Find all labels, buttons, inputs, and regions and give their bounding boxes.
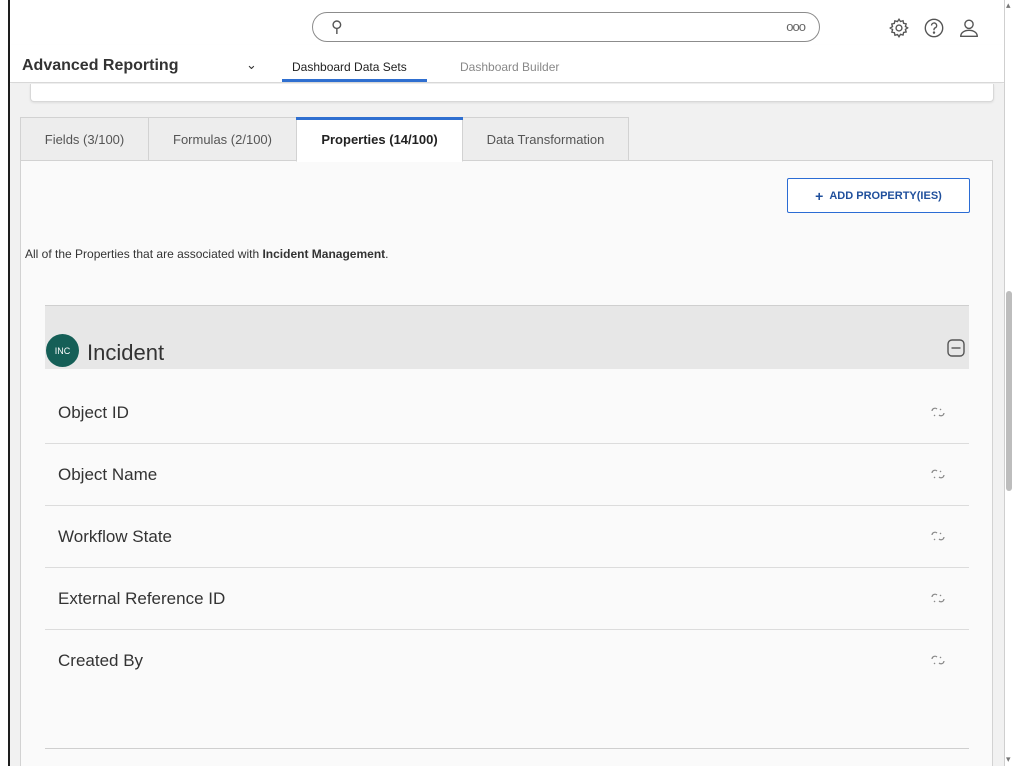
property-row: Workflow State	[45, 506, 969, 568]
property-row: Object Name	[45, 444, 969, 506]
scroll-down-arrow-icon[interactable]: ▾	[1006, 754, 1011, 765]
unlink-icon[interactable]	[929, 651, 947, 669]
property-label: Object ID	[58, 403, 129, 422]
scroll-up-arrow-icon[interactable]: ▴	[1006, 0, 1011, 11]
group-title: Incident	[87, 340, 165, 365]
property-label: External Reference ID	[58, 589, 226, 608]
properties-description: All of the Properties that are associate…	[25, 247, 389, 261]
tab-data-transformation[interactable]: Data Transformation	[462, 117, 629, 161]
object-badge: INC	[46, 334, 79, 367]
top-bar: ⚲ ooo	[10, 0, 1004, 44]
search-input[interactable]: ⚲ ooo	[312, 12, 820, 42]
property-label: Workflow State	[58, 527, 173, 546]
help-icon[interactable]	[923, 17, 945, 39]
active-nav-indicator	[282, 79, 427, 82]
property-label: Created By	[58, 651, 144, 670]
search-more-icon[interactable]: ooo	[786, 19, 806, 34]
unlink-icon[interactable]	[929, 527, 947, 545]
tab-properties[interactable]: Properties (14/100)	[296, 117, 463, 162]
nav-tab-dashboard-builder[interactable]: Dashboard Builder	[460, 60, 559, 74]
add-property-label: ADD PROPERTY(IES)	[829, 189, 942, 202]
section-divider	[45, 748, 969, 749]
gear-icon[interactable]	[888, 17, 910, 39]
description-prefix: All of the Properties that are associate…	[25, 247, 263, 261]
unlink-icon[interactable]	[929, 403, 947, 421]
description-object-name: Incident Management	[262, 247, 386, 261]
tab-fields[interactable]: Fields (3/100)	[20, 117, 149, 161]
scrollbar-thumb[interactable]	[1006, 291, 1012, 491]
add-property-button[interactable]: + ADD PROPERTY(IES)	[787, 178, 970, 213]
plus-icon: +	[815, 187, 824, 204]
property-row: Created By	[45, 630, 969, 692]
property-label: Object Name	[58, 465, 158, 484]
app-title[interactable]: Advanced Reporting	[22, 57, 178, 75]
nav-bar: Advanced Reporting ⌄ Dashboard Data Sets…	[10, 45, 1004, 83]
description-suffix: .	[385, 247, 389, 261]
unlink-icon[interactable]	[929, 589, 947, 607]
property-row: Object ID	[45, 382, 969, 444]
property-row: External Reference ID	[45, 568, 969, 630]
search-icon: ⚲	[331, 19, 343, 36]
incident-group-header: INC Incident	[45, 305, 969, 369]
tab-formulas[interactable]: Formulas (2/100)	[148, 117, 297, 161]
chevron-down-icon[interactable]: ⌄	[246, 57, 257, 73]
nav-tab-dashboard-data-sets[interactable]: Dashboard Data Sets	[292, 60, 407, 74]
collapsed-card	[30, 84, 994, 102]
user-icon[interactable]	[958, 17, 980, 39]
collapse-icon[interactable]	[946, 338, 966, 358]
unlink-icon[interactable]	[929, 465, 947, 483]
